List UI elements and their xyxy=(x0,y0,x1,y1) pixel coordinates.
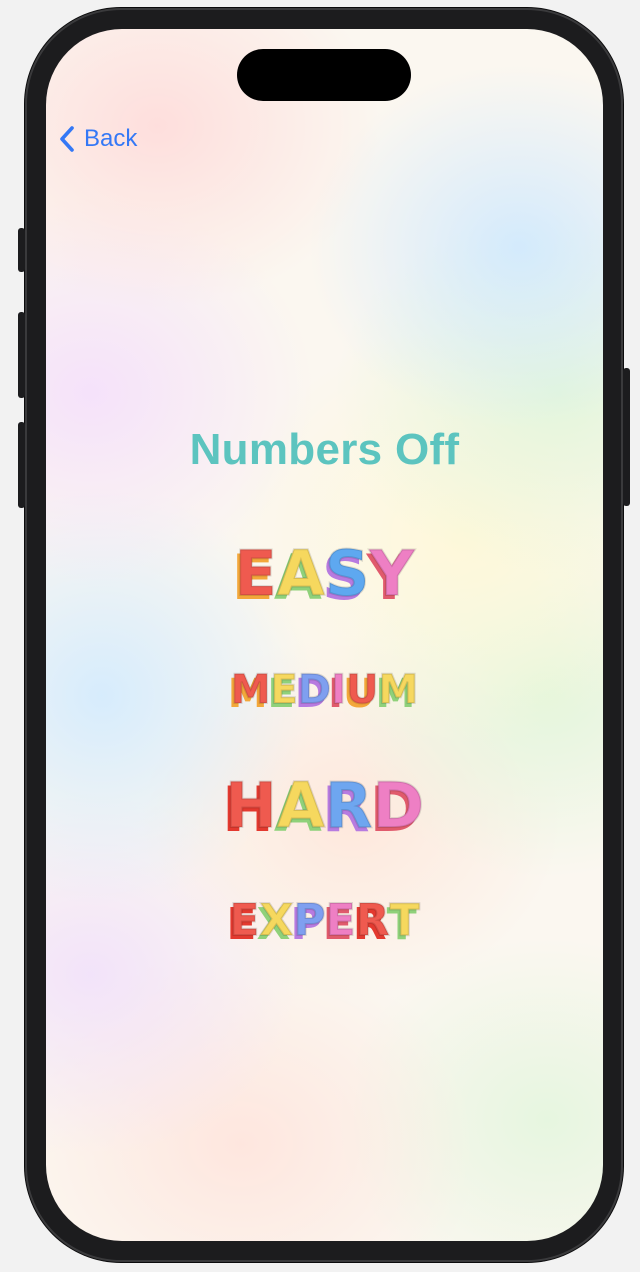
app-screen: Back Numbers Off EASY MEDIUM HARD EXPERT xyxy=(46,29,603,1241)
level-letter: A xyxy=(276,768,326,843)
level-letter: I xyxy=(330,666,347,714)
level-letter: S xyxy=(324,536,371,611)
level-letter: E xyxy=(228,894,260,947)
level-letter: Y xyxy=(369,536,416,611)
level-letter: D xyxy=(372,768,425,843)
level-letter: M xyxy=(377,666,419,714)
level-letter: R xyxy=(324,768,374,843)
easy-level-button[interactable]: EASY xyxy=(46,536,603,611)
level-letter: M xyxy=(230,666,272,714)
chevron-left-icon xyxy=(58,125,76,153)
back-button[interactable]: Back xyxy=(58,121,137,157)
level-letter: E xyxy=(270,666,299,714)
level-letter: X xyxy=(258,894,294,947)
dynamic-island xyxy=(237,49,411,101)
level-letter: H xyxy=(224,768,278,843)
level-letter: T xyxy=(389,894,421,947)
level-letter: A xyxy=(276,536,326,611)
medium-level-button[interactable]: MEDIUM xyxy=(46,666,603,714)
back-label: Back xyxy=(84,125,138,152)
level-letter: U xyxy=(345,666,380,714)
silent-switch xyxy=(18,228,25,272)
level-letter: E xyxy=(234,536,278,611)
volume-up-button xyxy=(18,312,25,398)
level-letter: E xyxy=(325,894,357,947)
level-letter: D xyxy=(297,666,332,714)
volume-down-button xyxy=(18,422,25,508)
level-letter: P xyxy=(292,894,326,947)
power-button xyxy=(623,368,630,506)
level-letter: R xyxy=(355,894,391,947)
hard-level-button[interactable]: HARD xyxy=(46,768,603,843)
expert-level-button[interactable]: EXPERT xyxy=(46,894,603,947)
page-title: Numbers Off xyxy=(189,425,460,474)
